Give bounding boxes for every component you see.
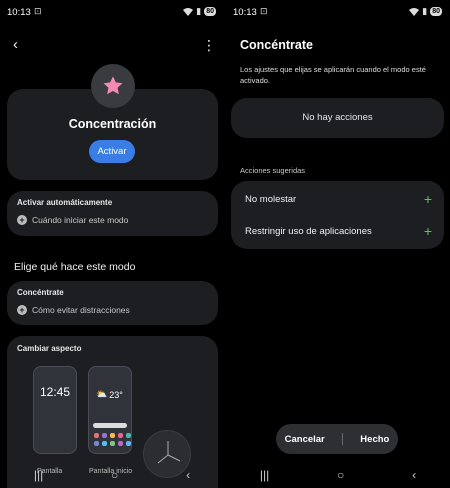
home-button[interactable]: ○	[111, 468, 118, 482]
nav-bar: ||| ○ ‹	[226, 462, 450, 488]
recent-apps-button[interactable]: |||	[260, 468, 269, 482]
suggested-actions-heading: Acciones sugeridas	[240, 166, 306, 175]
home-button[interactable]: ○	[337, 468, 344, 482]
auto-activate-title: Activar automáticamente	[17, 198, 113, 207]
back-button[interactable]: ‹	[13, 36, 29, 54]
action-pill: Cancelar Hecho	[276, 424, 398, 454]
focus-actions-screen: 10:13 ⊡ ▮ 80 Concéntrate Los ajustes que…	[226, 0, 450, 488]
no-actions-card: No hay acciones	[231, 98, 444, 138]
status-time: 10:13	[7, 7, 31, 18]
mode-icon[interactable]	[91, 64, 135, 108]
avoid-distractions-row[interactable]: + Cómo evitar distracciones	[17, 305, 130, 315]
weather-widget: ⛅ 23°	[96, 389, 123, 400]
signal-icon: ▮	[196, 6, 202, 16]
when-to-start-label: Cuándo iniciar este modo	[32, 215, 129, 225]
wifi-icon	[183, 7, 194, 16]
suggestion-do-not-disturb[interactable]: No molestar +	[245, 188, 432, 210]
status-time: 10:13	[233, 7, 257, 18]
status-icons: ▮ 80	[409, 6, 442, 17]
lock-clock: 12:45	[39, 385, 71, 399]
search-bar-preview	[93, 423, 127, 428]
recent-apps-button[interactable]: |||	[34, 468, 43, 482]
page-title: Concéntrate	[240, 38, 313, 52]
status-icons: ▮ 80	[183, 6, 216, 17]
mode-title: Concentración	[68, 117, 157, 131]
section-heading: Elige qué hace este modo	[14, 261, 136, 273]
avoid-distractions-label: Cómo evitar distracciones	[32, 305, 130, 315]
add-icon: +	[17, 215, 27, 225]
screenshot-icon: ⊡	[260, 6, 268, 16]
focus-card[interactable]: Concéntrate + Cómo evitar distracciones	[7, 281, 218, 325]
back-nav-button[interactable]: ‹	[186, 468, 190, 482]
more-vertical-icon: ⋮	[202, 37, 216, 53]
change-look-title: Cambiar aspecto	[17, 344, 82, 353]
weather-temp: 23°	[109, 389, 123, 400]
suggestion-label: Restringir uso de aplicaciones	[245, 225, 372, 237]
home-screen-preview[interactable]: ⛅ 23°	[88, 366, 132, 454]
auto-activate-card[interactable]: Activar automáticamente + Cuándo iniciar…	[7, 191, 218, 236]
done-button[interactable]: Hecho	[360, 434, 389, 445]
add-icon[interactable]: +	[424, 191, 432, 207]
status-bar: 10:13 ⊡ ▮ 80	[226, 0, 450, 24]
signal-icon: ▮	[422, 6, 428, 16]
wifi-icon	[409, 7, 420, 16]
partly-cloudy-icon: ⛅	[96, 389, 108, 399]
suggested-actions-card: No molestar + Restringir uso de aplicaci…	[231, 181, 444, 249]
star-icon	[103, 76, 123, 95]
nav-bar: ||| ○ ‹	[0, 462, 224, 488]
app-icons-preview	[94, 433, 131, 446]
lock-screen-preview[interactable]: 12:45	[33, 366, 77, 454]
more-options-button[interactable]: ⋮	[202, 36, 216, 54]
focus-title: Concéntrate	[17, 288, 64, 297]
mode-detail-screen: 10:13 ⊡ ▮ 80 ‹ ⋮ Concentración Activar A…	[0, 0, 224, 488]
page-description: Los ajustes que elijas se aplicarán cuan…	[240, 65, 426, 85]
when-to-start-row[interactable]: + Cuándo iniciar este modo	[17, 215, 128, 225]
back-arrow-icon: ‹	[13, 36, 18, 53]
status-bar: 10:13 ⊡ ▮ 80	[0, 0, 224, 24]
suggestion-restrict-apps[interactable]: Restringir uso de aplicaciones +	[245, 220, 432, 242]
activate-button[interactable]: Activar	[89, 140, 135, 163]
suggestion-label: No molestar	[245, 193, 297, 205]
divider	[342, 433, 344, 445]
battery-icon: 80	[430, 7, 442, 16]
screenshot-icon: ⊡	[34, 6, 42, 16]
add-icon[interactable]: +	[424, 223, 432, 239]
back-nav-button[interactable]: ‹	[412, 468, 416, 482]
add-icon: +	[17, 305, 27, 315]
battery-icon: 80	[204, 7, 216, 16]
cancel-button[interactable]: Cancelar	[285, 434, 325, 445]
